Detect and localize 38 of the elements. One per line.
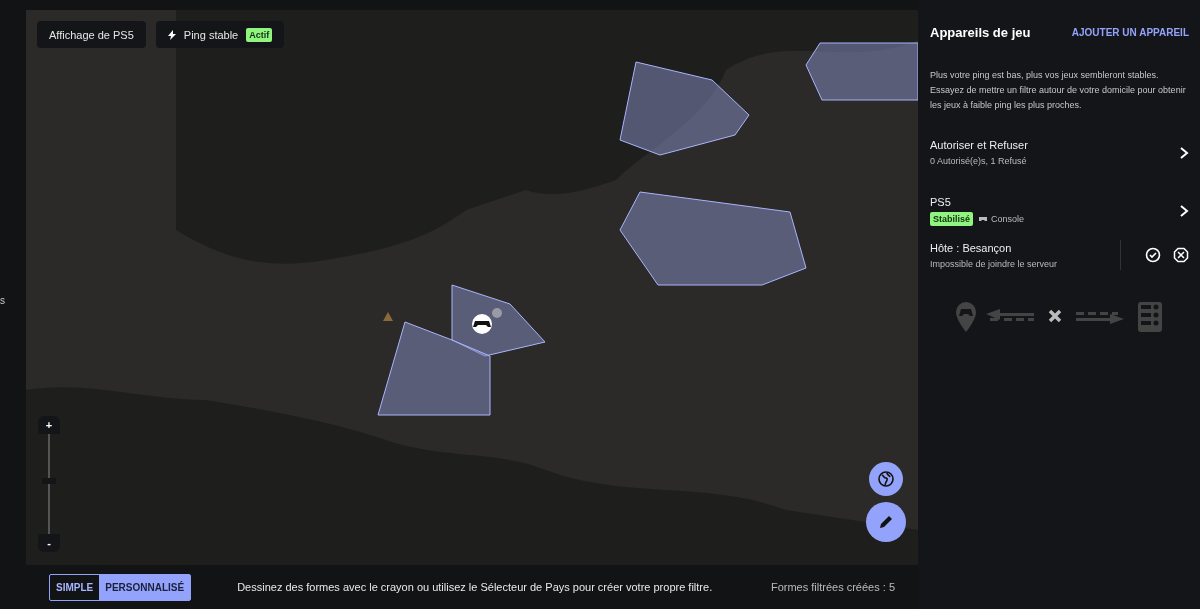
globe-icon: [878, 471, 894, 487]
sidebar-text: s: [0, 295, 5, 306]
chevron-icon: [1179, 146, 1189, 159]
allow-deny-item[interactable]: Autoriser et Refuser 0 Autorisé(e)s, 1 Refusé: [930, 139, 1189, 166]
shape-count: Formes filtrées créées : 5: [770, 581, 895, 593]
pencil-icon: [879, 515, 893, 529]
lightning-icon: [167, 29, 176, 40]
gamepad-marker[interactable]: [472, 314, 492, 334]
panel-title: Appareils de jeu: [930, 24, 1031, 40]
add-device-link[interactable]: AJOUTER UN APPAREIL: [1071, 26, 1189, 38]
blocked-icon: [1173, 247, 1189, 263]
pencil-button[interactable]: [866, 502, 906, 542]
gamepad-icon: [979, 216, 987, 222]
globe-button[interactable]: [869, 462, 903, 496]
mode-tab[interactable]: SIMPLE: [50, 574, 100, 600]
hint-text: Dessinez des formes avec le crayon ou utilisez le Sélecteur de Pays pour créer votre propre filtre.: [237, 581, 713, 593]
description-text: Plus votre ping est bas, plus vos jeux sembleront stables. Essayez de mettre un filtre autour de votre domicile pour obtenir les jeux à faible ping les plus proches.: [930, 69, 1187, 112]
chevron-icon: [1179, 205, 1189, 217]
host-subtitle: Impossible de joindre le serveur: [930, 258, 1059, 269]
blocked-button[interactable]: [1173, 247, 1189, 263]
location-dot: [492, 308, 502, 318]
zoom-slider-thumb[interactable]: [42, 478, 56, 485]
status-badge: Stabilisé: [930, 212, 973, 226]
zoom-out-button[interactable]: -: [38, 534, 60, 552]
check-button[interactable]: [1145, 247, 1161, 263]
mode-tab[interactable]: PERSONNALISÉ: [99, 574, 191, 600]
view-label: Affichage de PS5: [37, 21, 146, 48]
device-type: Console: [991, 214, 1025, 224]
device-item[interactable]: PS5 Stabilisé Console: [930, 196, 1189, 226]
chip-label: Ping stable: [183, 28, 239, 41]
filter-shape[interactable]: [451, 284, 546, 357]
host-title: Hôte : Besançon: [930, 241, 1013, 254]
item-subtitle: 0 Autorisé(e)s, 1 Refusé: [930, 156, 1028, 166]
device-name: PS5: [930, 196, 952, 208]
status-badge: Actif: [246, 27, 273, 42]
check-circle-icon: [1145, 247, 1161, 263]
item-title: Autoriser et Refuser: [930, 139, 1028, 151]
zoom-in-button[interactable]: +: [38, 416, 60, 434]
